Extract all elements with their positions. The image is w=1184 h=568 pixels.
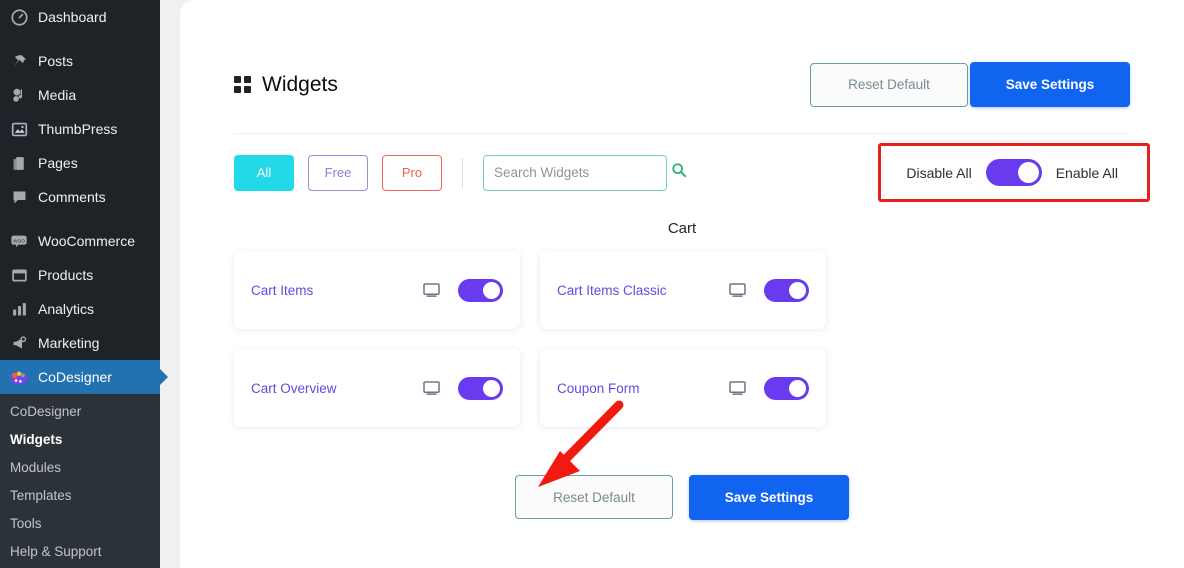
section-title-cart: Cart (667, 220, 697, 237)
widget-name: Coupon Form (557, 380, 640, 396)
sidebar-item-label: Media (38, 87, 77, 103)
filter-bar: All Free Pro Disable All Enable (234, 143, 1150, 202)
svg-text:WOO: WOO (13, 238, 25, 243)
widget-card[interactable]: Cart Items (234, 251, 520, 329)
header-divider (234, 133, 1130, 134)
sidebar-item-label: CoDesigner (38, 369, 112, 385)
image-icon (9, 119, 29, 139)
dashboard-icon (9, 7, 29, 27)
sidebar-item-dashboard[interactable]: Dashboard (0, 0, 160, 34)
filter-tab-free[interactable]: Free (308, 154, 368, 191)
pages-icon (9, 153, 29, 173)
sidebar-item-posts[interactable]: Posts (0, 44, 160, 78)
widget-toggle[interactable] (458, 376, 503, 400)
page-header: Widgets Reset Default Save Settings (234, 0, 1130, 107)
sidebar-item-comments[interactable]: Comments (0, 180, 160, 214)
monitor-icon (423, 282, 440, 298)
sidebar-submenu-codesigner: CoDesigner Widgets Modules Templates Too… (0, 394, 160, 568)
filter-tab-all[interactable]: All (234, 154, 294, 191)
enable-all-label: Enable All (1055, 164, 1118, 181)
sidebar-item-marketing[interactable]: Marketing (0, 326, 160, 360)
page-title: Widgets (234, 73, 338, 97)
sidebar-item-label: Comments (38, 189, 106, 205)
sidebar-item-label: ThumbPress (38, 121, 118, 137)
submenu-item-templates[interactable]: Templates (0, 482, 160, 510)
megaphone-icon (9, 333, 29, 353)
submenu-item-codesigner[interactable]: CoDesigner (0, 398, 160, 426)
widget-name: Cart Items Classic (557, 282, 667, 298)
disable-all-label: Disable All (906, 164, 972, 181)
submenu-item-tools[interactable]: Tools (0, 510, 160, 538)
bulk-toggle-group: Disable All Enable All (878, 143, 1150, 202)
sidebar-item-thumbpress[interactable]: ThumbPress (0, 112, 160, 146)
widget-name: Cart Overview (251, 380, 337, 396)
reset-default-button-bottom[interactable]: Reset Default (515, 475, 673, 519)
reset-default-button-top[interactable]: Reset Default (810, 62, 968, 107)
sidebar-item-codesigner[interactable]: CoDesigner (0, 360, 160, 394)
sidebar-item-label: Marketing (38, 335, 100, 351)
widget-toggle[interactable] (458, 278, 503, 302)
save-settings-button[interactable]: Save Settings (689, 475, 849, 520)
monitor-icon (729, 380, 746, 396)
palette-icon (9, 367, 29, 387)
comment-icon (9, 187, 29, 207)
widget-toggle[interactable] (764, 376, 809, 400)
sidebar-item-label: Dashboard (38, 9, 107, 25)
content-panel: Widgets Reset Default Save Settings All … (180, 0, 1184, 568)
pin-icon (9, 51, 29, 71)
sidebar-item-products[interactable]: Products (0, 258, 160, 292)
save-settings-button-top[interactable]: Save Settings (970, 62, 1130, 107)
widget-name: Cart Items (251, 282, 314, 298)
sidebar-item-label: Products (38, 267, 94, 283)
search-icon[interactable] (671, 162, 687, 183)
toggle-knob (789, 379, 806, 397)
toggle-knob (789, 281, 806, 299)
header-actions: Reset Default Save Settings (810, 62, 1130, 107)
sidebar-divider (0, 214, 160, 224)
woo-icon: WOO (9, 231, 29, 251)
bulk-enable-toggle[interactable] (985, 159, 1042, 186)
submenu-item-help-support[interactable]: Help & Support (0, 538, 160, 566)
admin-sidebar: Dashboard Posts Media ThumbPress Pages C… (0, 0, 160, 568)
sidebar-item-analytics[interactable]: Analytics (0, 292, 160, 326)
filter-tabs: All Free Pro (234, 154, 687, 191)
sidebar-item-woocommerce[interactable]: WOO WooCommerce (0, 224, 160, 258)
footer-actions: Reset Default Save Settings (234, 400, 1130, 520)
products-icon (9, 265, 29, 285)
media-icon (9, 85, 29, 105)
grid-icon (234, 76, 251, 93)
sidebar-item-label: WooCommerce (38, 233, 135, 249)
sidebar-item-label: Posts (38, 53, 74, 69)
sidebar-divider (0, 34, 160, 44)
widget-toggle[interactable] (764, 278, 809, 302)
filter-tab-pro[interactable]: Pro (382, 154, 442, 191)
monitor-icon (729, 282, 746, 298)
submenu-item-modules[interactable]: Modules (0, 454, 160, 482)
sidebar-item-label: Pages (38, 155, 78, 171)
sidebar-item-label: Analytics (38, 301, 95, 317)
widget-card[interactable]: Cart Items Classic (540, 251, 826, 329)
widget-card[interactable]: Coupon Form (540, 349, 826, 427)
filter-divider (462, 157, 463, 188)
toggle-knob (483, 281, 500, 299)
search-input[interactable] (494, 165, 671, 180)
widget-card-grid: Cart Items Cart Items Classic Cart Overv… (234, 251, 1130, 427)
submenu-item-widgets[interactable]: Widgets (0, 426, 160, 454)
analytics-icon (9, 299, 29, 319)
page-title-text: Widgets (262, 72, 338, 96)
widget-card[interactable]: Cart Overview (234, 349, 520, 427)
screen-root: Dashboard Posts Media ThumbPress Pages C… (0, 0, 1184, 568)
toggle-knob (1017, 162, 1039, 183)
sidebar-item-pages[interactable]: Pages (0, 146, 160, 180)
monitor-icon (423, 380, 440, 396)
toggle-knob (483, 379, 500, 397)
search-widgets-box[interactable] (483, 154, 687, 191)
sidebar-item-media[interactable]: Media (0, 78, 160, 112)
